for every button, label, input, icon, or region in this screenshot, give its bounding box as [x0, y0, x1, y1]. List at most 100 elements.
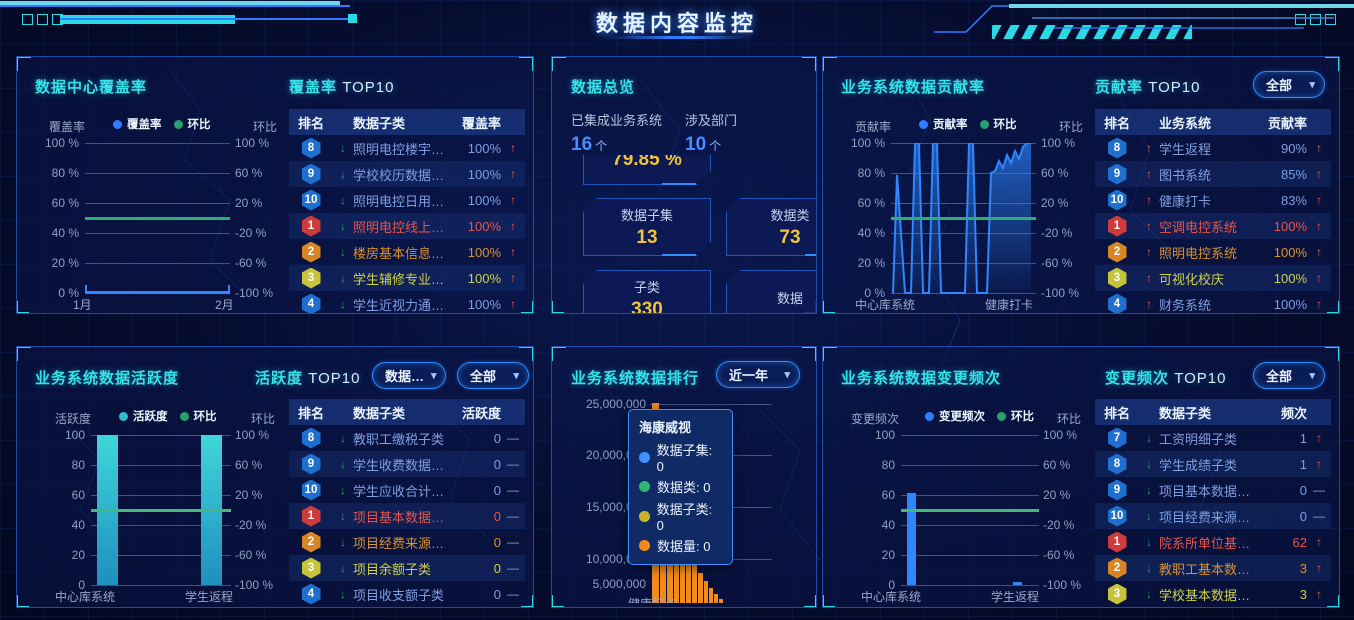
table-row[interactable]: 4 ↑ 财务系统 100% ↑: [1095, 291, 1331, 313]
chevron-down-icon: ▾: [431, 370, 437, 382]
header-right-decoration: [934, 0, 1354, 44]
table-row[interactable]: 10 ↓ 照明电控日用电量… 100% ↑: [289, 187, 525, 213]
name-cell: 学生辅修专业子类: [353, 271, 449, 287]
activity-type-dropdown[interactable]: 数据… ▾: [372, 362, 446, 389]
rank-cell: 1: [289, 215, 333, 237]
table-row[interactable]: 2 ↑ 照明电控系统 100% ↑: [1095, 239, 1331, 265]
rank-badge: 10: [301, 189, 321, 211]
table-row[interactable]: 3 ↓ 项目余额子类 0 —: [289, 555, 525, 581]
panel-title-contribution-top10: 贡献率 TOP10: [1095, 79, 1201, 96]
value-cell: 0: [493, 560, 501, 576]
value-cell: 90%: [1280, 140, 1307, 156]
table-row[interactable]: 8 ↓ 照明电控楼宇数据… 100% ↑: [289, 135, 525, 161]
overview-stat-label-1: 涉及部门: [685, 113, 738, 128]
table-row[interactable]: 2 ↓ 楼房基本信息子类 100% ↑: [289, 239, 525, 265]
table-row[interactable]: 2 ↓ 教职工基本数据子类 3 ↑: [1095, 555, 1331, 581]
legend-item-0: 变更频次: [925, 408, 985, 424]
trend-icon: ↑: [510, 297, 516, 311]
name-cell: 学生返程: [1159, 141, 1212, 157]
ranking-period-dropdown[interactable]: 近一年 ▾: [716, 361, 800, 388]
name-cell: 项目经费来源子类: [353, 535, 449, 551]
chart-right-axis-name: 环比: [1058, 120, 1083, 134]
rank-badge: 10: [301, 479, 321, 501]
tooltip-title: 海康威视: [639, 420, 692, 435]
table-row[interactable]: 7 ↓ 工资明细子类 1 ↑: [1095, 425, 1331, 451]
rank-badge: 9: [1107, 479, 1127, 501]
trend-icon: —: [507, 535, 519, 549]
chart-legend: 变更频次 环比: [925, 408, 1034, 424]
value-cell: 100%: [1273, 296, 1307, 312]
chart-left-axis-name: 覆盖率: [49, 120, 86, 134]
table-header: 排名 数据子类 频次: [1095, 399, 1331, 425]
table-row[interactable]: 8 ↓ 教职工缴税子类 0 —: [289, 425, 525, 451]
ytick-left-0: 100 %: [44, 136, 79, 150]
table-changefreq-top10[interactable]: 排名 数据子类 频次 7 ↓ 工资明细子类 1 ↑ 8 ↓ 学生成绩子类 1 ↑ 9 ↓ 项目基本数据子…: [1095, 399, 1331, 607]
table-coverage-top10[interactable]: 排名 数据子类 覆盖率 8 ↓ 照明电控楼宇数据… 100% ↑ 9 ↓ 学校校历数据子类 10…: [289, 109, 525, 313]
rank-badge: 7: [1107, 427, 1127, 449]
trend-icon: ↑: [1316, 535, 1322, 549]
ytick-4: 5,000,000: [592, 577, 646, 591]
name-cell: 照明电控楼宇数据…: [353, 141, 449, 157]
panel-title-coverage-top10: 覆盖率 TOP10: [289, 79, 395, 96]
rank-badge: 1: [301, 505, 321, 527]
col-value: 贡献率: [1267, 115, 1307, 131]
ytick-right-0: 100 %: [1043, 428, 1078, 442]
name-cell: 项目余额子类: [353, 561, 432, 577]
table-row[interactable]: 1 ↓ 项目基本数据子类 0 —: [289, 503, 525, 529]
table-row[interactable]: 2 ↓ 项目经费来源子类 0 —: [289, 529, 525, 555]
trend-icon: ↑: [510, 219, 516, 233]
table-row[interactable]: 1 ↓ 院系所单位基本数… 62 ↑: [1095, 529, 1331, 555]
activity-scope-dropdown[interactable]: 全部 ▾: [457, 362, 529, 389]
table-row[interactable]: 3 ↓ 学校基本数据子类 3 ↑: [1095, 581, 1331, 607]
name-cell: 图书系统: [1159, 167, 1212, 183]
table-row[interactable]: 4 ↓ 项目收支额子类 0 —: [289, 581, 525, 607]
table-row[interactable]: 10 ↓ 学生应收合计子类 0 —: [289, 477, 525, 503]
rank-cell: 1: [1095, 215, 1139, 237]
overview-card-clipped: 79.85 %: [583, 155, 711, 185]
xtick-1: 2月: [215, 298, 234, 312]
rank-badge: 3: [1107, 267, 1127, 289]
changefreq-filter-dropdown[interactable]: 全部 ▾: [1253, 362, 1325, 389]
trend-icon: ↑: [510, 245, 516, 259]
table-row[interactable]: 9 ↓ 学校校历数据子类 100% ↑: [289, 161, 525, 187]
ytick-right-0: 100 %: [235, 136, 270, 150]
bar-0: [907, 493, 916, 585]
table-body: 8 ↓ 照明电控楼宇数据… 100% ↑ 9 ↓ 学校校历数据子类 100% ↑ 10 ↓ 照明电控日用…: [289, 135, 525, 313]
overview-card-2: 子类 330: [583, 270, 711, 314]
col-value: 活跃度: [461, 405, 501, 421]
rank-cell: 8: [289, 137, 333, 159]
title-underline: [608, 36, 748, 39]
rank-change-icon: ↓: [340, 561, 346, 575]
table-row[interactable]: 10 ↓ 项目经费来源子类 0 —: [1095, 503, 1331, 529]
table-row[interactable]: 10 ↑ 健康打卡 83% ↑: [1095, 187, 1331, 213]
table-row[interactable]: 1 ↑ 空调电控系统 100% ↑: [1095, 213, 1331, 239]
col-value: 覆盖率: [461, 115, 501, 131]
table-row[interactable]: 4 ↓ 学生近视力通子类 100% ↑: [289, 291, 525, 313]
table-row[interactable]: 3 ↓ 学生辅修专业子类 100% ↑: [289, 265, 525, 291]
table-row[interactable]: 9 ↓ 学生收费数据子类 0 —: [289, 451, 525, 477]
bar-1: [1013, 582, 1022, 585]
table-row[interactable]: 9 ↑ 图书系统 85% ↑: [1095, 161, 1331, 187]
tooltip-item-3: 数据量: 0: [639, 536, 721, 555]
ytick-right-5: -100 %: [235, 286, 274, 300]
trend-icon: ↑: [1316, 431, 1322, 445]
table-row[interactable]: 9 ↓ 项目基本数据子类 0 —: [1095, 477, 1331, 503]
table-activity-top10[interactable]: 排名 数据子类 活跃度 8 ↓ 教职工缴税子类 0—9 ↓ 学生收费数据子类 0—10 ↓ 学生…: [289, 399, 525, 607]
series-line-huanbi: [891, 217, 1036, 220]
table-row[interactable]: 8 ↓ 学生成绩子类 1 ↑: [1095, 451, 1331, 477]
rank-change-icon: ↓: [340, 535, 346, 549]
ytick-left-2: 60 %: [857, 196, 885, 210]
rank-change-icon: ↓: [1146, 457, 1152, 471]
xtick-0: 1月: [73, 298, 92, 312]
rank-badge: 3: [301, 267, 321, 289]
ytick-right-2: 20 %: [235, 196, 263, 210]
table-contribution-top10[interactable]: 排名 业务系统 贡献率 8 ↑ 学生返程 90% ↑ 9 ↑ 图书系统 85% ↑ 10 ↑ 健康打卡 8…: [1095, 109, 1331, 313]
contribution-filter-dropdown[interactable]: 全部 ▾: [1253, 71, 1325, 98]
name-cell: 工资明细子类: [1159, 431, 1238, 447]
table-row[interactable]: 3 ↑ 可视化校庆 100% ↑: [1095, 265, 1331, 291]
rank-badge: 1: [301, 215, 321, 237]
table-row[interactable]: 1 ↓ 照明电控线上购电… 100% ↑: [289, 213, 525, 239]
panel-title-changefreq: 业务系统数据变更频次: [841, 370, 1002, 387]
chart-activity: 活跃度 环比 活跃度 环比 100 80 60 40 20 0 100 % 60…: [27, 404, 285, 604]
table-row[interactable]: 8 ↑ 学生返程 90% ↑: [1095, 135, 1331, 161]
